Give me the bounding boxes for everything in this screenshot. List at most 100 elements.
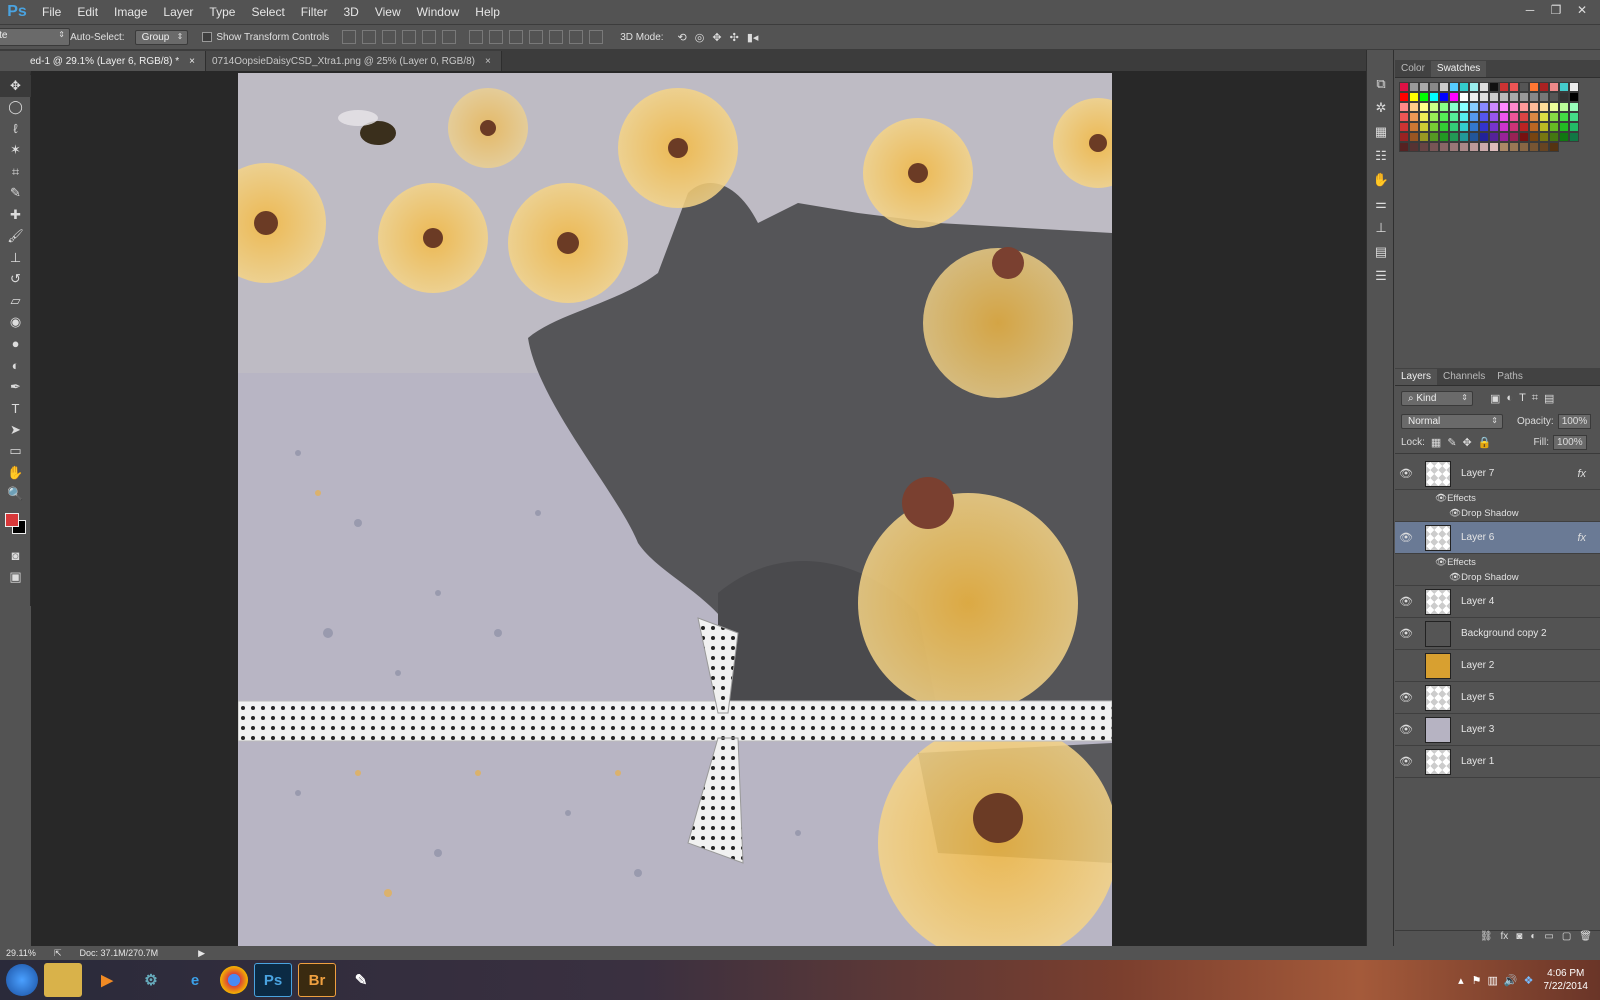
color-swatch[interactable]	[1529, 132, 1539, 142]
opacity-input[interactable]: 100%	[1557, 413, 1592, 429]
lock-transparent-icon[interactable]: ▦	[1431, 436, 1441, 449]
canvas[interactable]	[238, 73, 1112, 948]
distribute-top-icon[interactable]	[469, 30, 484, 44]
pen-tool-icon[interactable]: ✒	[0, 376, 31, 398]
color-swatch[interactable]	[1569, 132, 1579, 142]
3d-rotate-icon[interactable]: ⟲	[678, 31, 687, 44]
marquee-tool-icon[interactable]: ◯	[0, 97, 31, 119]
effect-item-row[interactable]: 👁 Drop Shadow	[1395, 570, 1600, 586]
color-swatch[interactable]	[1439, 132, 1449, 142]
tab-document-1[interactable]: ed-1 @ 29.1% (Layer 6, RGB/8) * ×	[0, 51, 206, 71]
color-swatch[interactable]	[1489, 142, 1499, 152]
close-icon[interactable]: ×	[485, 56, 491, 67]
color-swatch[interactable]	[1569, 112, 1579, 122]
effects-visibility-icon[interactable]: 👁	[1435, 557, 1447, 568]
color-swatch[interactable]	[1479, 122, 1489, 132]
color-swatch[interactable]	[1499, 132, 1509, 142]
color-swatch[interactable]	[1439, 82, 1449, 92]
color-swatch[interactable]	[1549, 112, 1559, 122]
menu-file[interactable]: File	[34, 0, 69, 24]
color-swatch[interactable]	[1449, 82, 1459, 92]
color-swatch[interactable]	[1439, 122, 1449, 132]
history-icon[interactable]: ⧉	[1367, 72, 1395, 96]
media-player-icon[interactable]: ▶	[88, 963, 126, 997]
magic-wand-icon[interactable]: ✶	[0, 140, 31, 162]
filter-adjust-icon[interactable]: ◐	[1506, 392, 1513, 404]
color-swatch[interactable]	[1479, 132, 1489, 142]
color-swatch[interactable]	[1539, 102, 1549, 112]
color-swatch[interactable]	[1509, 142, 1519, 152]
color-swatch[interactable]	[1469, 122, 1479, 132]
filter-type-icon[interactable]: T	[1519, 392, 1526, 404]
color-swatch[interactable]	[1549, 122, 1559, 132]
visibility-eye-icon[interactable]: 👁	[1395, 595, 1417, 608]
color-swatch[interactable]	[1559, 82, 1569, 92]
color-swatch[interactable]	[1489, 112, 1499, 122]
menu-view[interactable]: View	[367, 0, 409, 24]
color-swatch[interactable]	[1439, 112, 1449, 122]
color-swatch[interactable]	[1489, 132, 1499, 142]
layer-row[interactable]: 👁 Layer 6 fx	[1395, 522, 1600, 554]
lock-pixels-icon[interactable]: ✎	[1447, 436, 1456, 449]
color-swatch[interactable]	[1439, 142, 1449, 152]
filter-pixel-icon[interactable]: ▣	[1490, 392, 1500, 405]
color-swatch[interactable]	[1489, 82, 1499, 92]
color-swatch[interactable]	[1469, 142, 1479, 152]
color-swatch[interactable]	[1449, 92, 1459, 102]
add-style-icon[interactable]: fx	[1501, 931, 1509, 946]
color-swatch[interactable]	[1519, 122, 1529, 132]
color-swatch[interactable]	[1549, 92, 1559, 102]
color-swatch[interactable]	[1499, 92, 1509, 102]
tab-color[interactable]: Color	[1395, 61, 1431, 77]
new-group-icon[interactable]: ▭	[1544, 931, 1553, 946]
restore-icon[interactable]: ❐	[1546, 2, 1566, 18]
close-icon[interactable]: ✕	[1572, 2, 1592, 18]
color-swatch[interactable]	[1429, 82, 1439, 92]
tab-swatches[interactable]: Swatches	[1430, 61, 1487, 77]
align-bottom-icon[interactable]	[382, 30, 397, 44]
color-swatch[interactable]	[1419, 92, 1429, 102]
color-swatch[interactable]	[1529, 122, 1539, 132]
eyedropper-icon[interactable]: ✎	[0, 183, 31, 205]
color-swatch[interactable]	[1459, 92, 1469, 102]
color-swatch[interactable]	[1409, 132, 1419, 142]
color-swatch[interactable]	[1479, 82, 1489, 92]
workspace-dropdown[interactable]: Annette	[0, 28, 70, 46]
color-swatch[interactable]	[1419, 142, 1429, 152]
type-tool-icon[interactable]: T	[0, 398, 31, 420]
color-swatch[interactable]	[1539, 112, 1549, 122]
color-swatch[interactable]	[1479, 92, 1489, 102]
color-swatch[interactable]	[1569, 82, 1579, 92]
color-swatch[interactable]	[1519, 112, 1529, 122]
color-swatch[interactable]	[1469, 102, 1479, 112]
volume-icon[interactable]: 🔊	[1504, 974, 1518, 987]
menu-3d[interactable]: 3D	[335, 0, 366, 24]
3d-pan-icon[interactable]: ✥	[712, 31, 721, 44]
blur-tool-icon[interactable]: ●	[0, 333, 31, 355]
color-swatch[interactable]	[1419, 132, 1429, 142]
color-swatch[interactable]	[1459, 132, 1469, 142]
color-swatch[interactable]	[1519, 82, 1529, 92]
color-swatch[interactable]	[1529, 102, 1539, 112]
color-swatch[interactable]	[1519, 92, 1529, 102]
visibility-eye-icon[interactable]: 👁	[1395, 691, 1417, 704]
network-app-icon[interactable]: ⚙	[132, 963, 170, 997]
color-swatch[interactable]	[1449, 122, 1459, 132]
color-swatch[interactable]	[1469, 82, 1479, 92]
adjustments-icon[interactable]: ✋	[1367, 168, 1395, 192]
effects-visibility-icon[interactable]: 👁	[1435, 493, 1447, 504]
color-swatch[interactable]	[1519, 132, 1529, 142]
color-swatch[interactable]	[1489, 92, 1499, 102]
color-swatch[interactable]	[1549, 142, 1559, 152]
menu-filter[interactable]: Filter	[293, 0, 336, 24]
layer-filter-kind[interactable]: ⌕ Kind	[1401, 390, 1473, 406]
tab-layers[interactable]: Layers	[1395, 369, 1438, 385]
color-swatch[interactable]	[1469, 132, 1479, 142]
crop-tool-icon[interactable]: ⌗	[0, 161, 31, 183]
clone-source-icon[interactable]: ⊥	[1367, 216, 1395, 240]
zoom-tool-icon[interactable]: 🔍	[0, 484, 31, 506]
eraser-icon[interactable]: ▱	[0, 290, 31, 312]
color-swatch[interactable]	[1539, 92, 1549, 102]
color-swatch[interactable]	[1429, 142, 1439, 152]
color-swatch[interactable]	[1559, 122, 1569, 132]
